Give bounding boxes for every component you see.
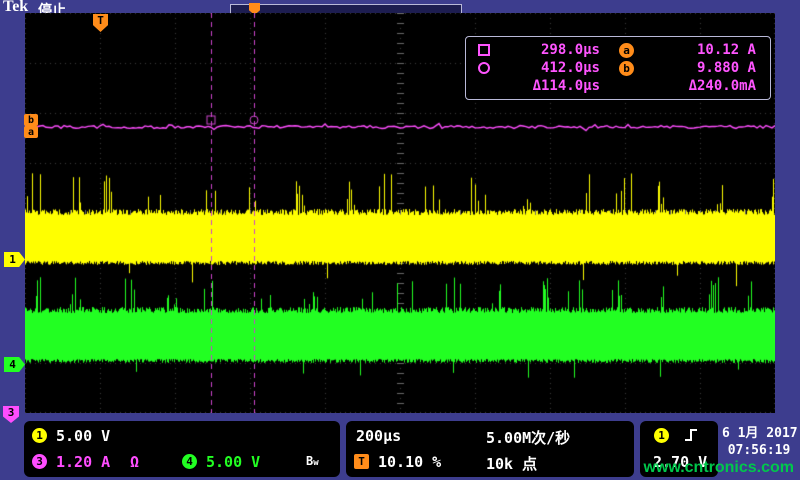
trigger-position-badge: T bbox=[354, 454, 369, 469]
cursor-delta-value: Δ240.0mA bbox=[634, 78, 756, 95]
timebase-readout-box: 200µs 5.00M次/秒 T 10.10 % 10k 点 bbox=[346, 421, 634, 477]
time: 07:56:19 bbox=[728, 443, 791, 458]
channel-1-scale: 5.00 V bbox=[56, 427, 110, 445]
oscilloscope-screen: Tek 停止 T b a 1 4 3 298.0µs a 10.12 A 412… bbox=[0, 0, 800, 480]
cursor-b-marker: b bbox=[24, 114, 38, 126]
sample-rate: 5.00M次/秒 bbox=[486, 427, 570, 448]
bandwidth-limit-icon: Bw bbox=[306, 454, 319, 468]
timebase-scale: 200µs bbox=[356, 427, 401, 445]
trigger-source-badge: 1 bbox=[654, 428, 669, 443]
cursor-a-badge: a bbox=[619, 43, 634, 58]
cursor-1-square-icon bbox=[478, 44, 490, 56]
cursor-2-circle-icon bbox=[478, 62, 490, 74]
channel-1-ground-marker: 1 bbox=[4, 252, 25, 267]
channel-3-badge: 3 bbox=[32, 454, 47, 469]
trigger-position-percent: 10.10 % bbox=[378, 453, 441, 471]
cursor-1-time: 298.0µs bbox=[496, 42, 600, 59]
cursor-delta-time: Δ114.0µs bbox=[496, 78, 600, 95]
cursor-a-value: 10.12 A bbox=[634, 42, 756, 59]
record-length: 10k 点 bbox=[486, 453, 537, 474]
cursor-2-time: 412.0µs bbox=[496, 60, 600, 77]
watermark: www.cntronics.com bbox=[643, 459, 794, 477]
channel-4-ground-marker: 4 bbox=[4, 357, 25, 372]
channel-3-impedance: Ω bbox=[130, 453, 139, 471]
date: 6 1月 2017 bbox=[722, 426, 798, 441]
channel-4-scale: 5.00 V bbox=[206, 453, 260, 471]
cursor-b-badge: b bbox=[619, 61, 634, 76]
channel-1-badge: 1 bbox=[32, 428, 47, 443]
cursor-b-value: 9.880 A bbox=[634, 60, 756, 77]
datetime-display: 6 1月 2017 07:56:19 bbox=[722, 425, 796, 459]
cursor-readout-panel: 298.0µs a 10.12 A 412.0µs b 9.880 A Δ114… bbox=[465, 36, 771, 100]
channel-4-badge: 4 bbox=[182, 454, 197, 469]
channel-3-scale: 1.20 A bbox=[56, 453, 110, 471]
cursor-a-marker: a bbox=[24, 126, 38, 138]
channel-3-ground-marker: 3 bbox=[3, 406, 19, 423]
channel-readout-box: 1 5.00 V 3 1.20 A Ω 4 5.00 V Bw bbox=[24, 421, 340, 477]
rising-edge-slope-icon bbox=[682, 426, 700, 444]
